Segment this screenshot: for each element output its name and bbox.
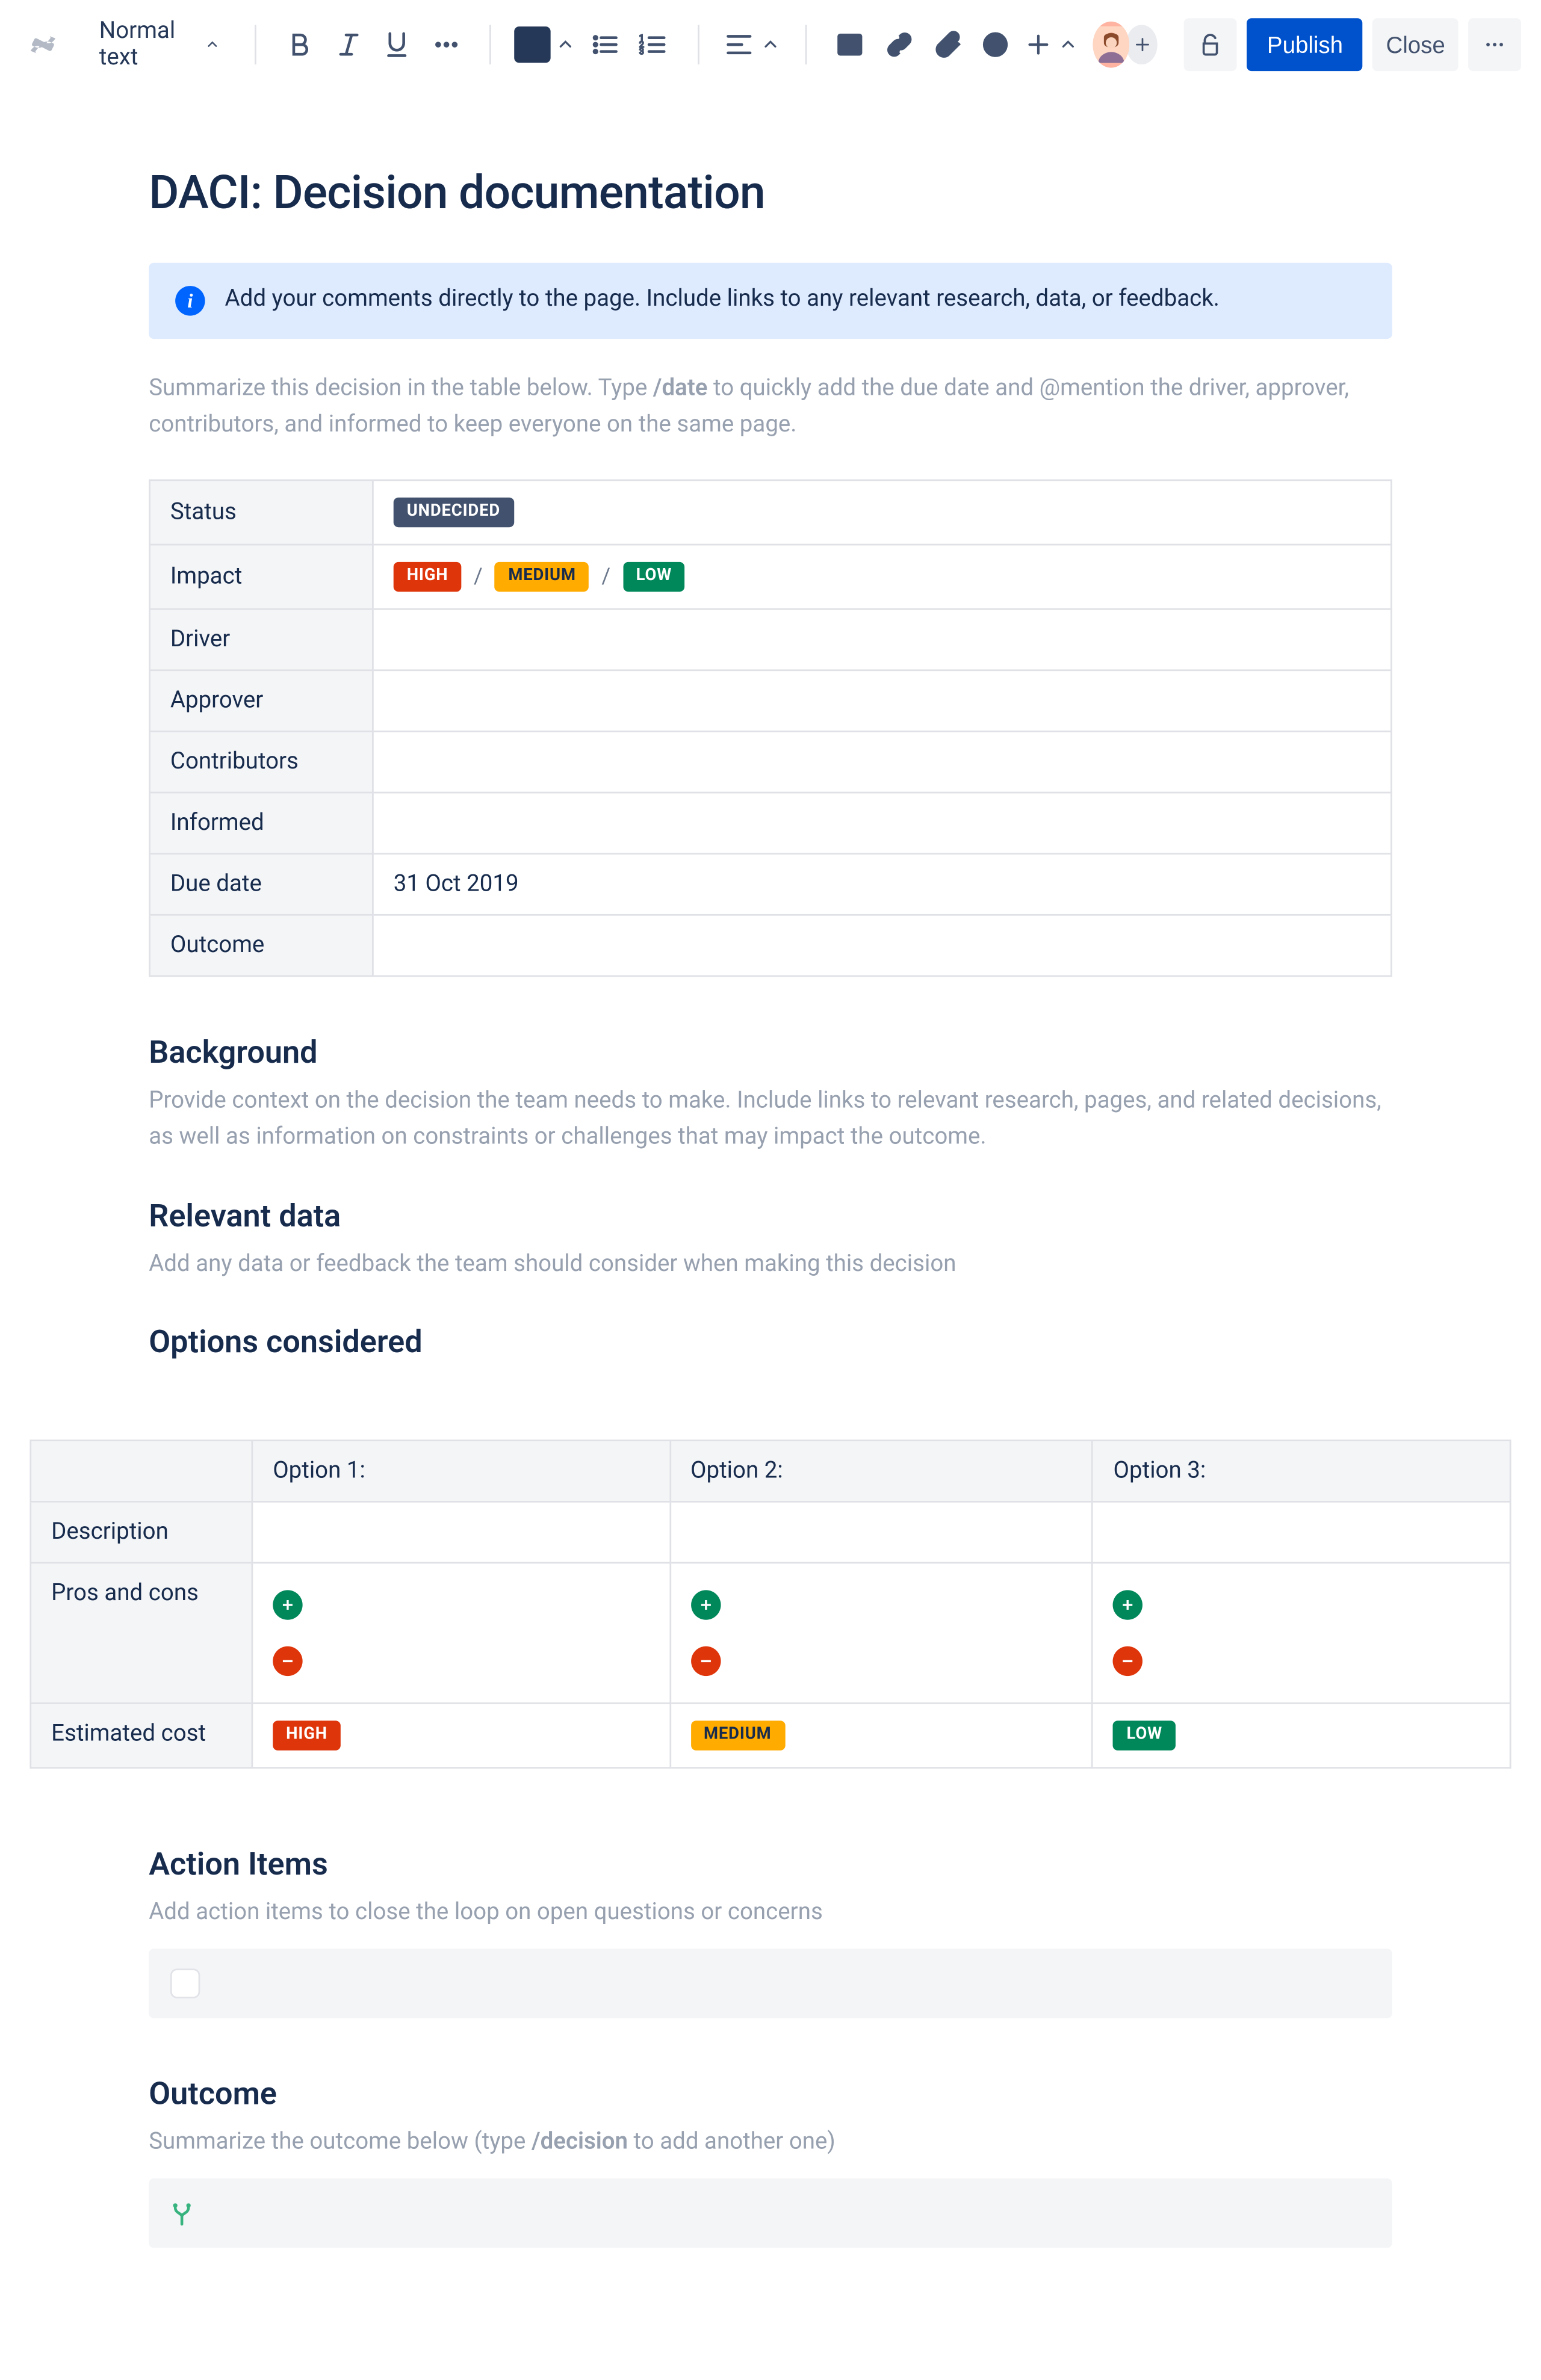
options-table[interactable]: Option 1: Option 2: Option 3: Descriptio… (29, 1441, 1511, 1770)
user-avatar[interactable] (1093, 22, 1130, 68)
table-row: Due date31 Oct 2019 (150, 855, 1392, 916)
due-date-cell[interactable]: 31 Oct 2019 (373, 855, 1391, 916)
minus-icon (690, 1647, 720, 1677)
impact-lozenge-medium: MEDIUM (495, 563, 589, 592)
informed-cell[interactable] (373, 793, 1391, 855)
table-row: Approver (150, 671, 1392, 732)
toolbar-separator (805, 25, 806, 64)
table-row: Description (31, 1503, 1510, 1564)
option-1-header[interactable]: Option 1: (252, 1441, 670, 1503)
italic-button[interactable] (327, 18, 370, 71)
svg-text:3: 3 (639, 47, 644, 57)
table-row: Impact HIGH / MEDIUM / LOW (150, 545, 1392, 610)
impact-lozenge-low: LOW (623, 563, 685, 592)
toolbar-separator (490, 25, 491, 64)
summary-status-label: Status (150, 481, 373, 545)
bullet-list-button[interactable] (584, 18, 626, 71)
table-row: Status UNDECIDED (150, 481, 1392, 545)
page-content: DACI: Decision documentation i Add your … (149, 165, 1392, 1441)
plus-icon (1114, 1591, 1143, 1621)
relevant-data-desc[interactable]: Add any data or feedback the team should… (149, 1247, 1392, 1284)
text-style-label: Normal text (99, 18, 193, 71)
impact-lozenge-high: HIGH (394, 563, 462, 592)
editor-toolbar: Normal text 123 (0, 0, 1541, 89)
emoji-button[interactable] (975, 18, 1017, 71)
background-heading[interactable]: Background (149, 1034, 1392, 1072)
more-icon (1481, 31, 1508, 58)
color-swatch-icon (514, 26, 550, 63)
numbered-list-button[interactable]: 123 (632, 18, 674, 71)
text-color-button[interactable] (514, 26, 577, 63)
alignment-button[interactable] (722, 28, 781, 61)
outcome-heading[interactable]: Outcome (149, 2074, 1392, 2112)
confluence-logo-icon (26, 28, 60, 61)
chevron-up-icon (203, 33, 222, 56)
minus-icon (1114, 1647, 1143, 1677)
bold-button[interactable] (279, 18, 321, 71)
chevron-up-icon (554, 33, 577, 56)
more-actions-button[interactable] (1468, 18, 1521, 71)
outcome-cell[interactable] (373, 915, 1391, 977)
summary-table[interactable]: Status UNDECIDED Impact HIGH / MEDIUM / … (149, 480, 1392, 978)
page-title[interactable]: DACI: Decision documentation (149, 165, 1392, 220)
table-row: Contributors (150, 732, 1392, 793)
restrictions-button[interactable] (1185, 18, 1238, 71)
action-items-desc[interactable]: Add action items to close the loop on op… (149, 1897, 1392, 1933)
minus-icon (273, 1647, 302, 1677)
info-panel-text: Add your comments directly to the page. … (225, 286, 1220, 312)
unlocked-icon (1198, 31, 1224, 58)
relevant-data-heading[interactable]: Relevant data (149, 1196, 1392, 1234)
more-formatting-button[interactable] (424, 18, 467, 71)
underline-button[interactable] (376, 18, 418, 71)
table-row: Estimated cost HIGH MEDIUM LOW (31, 1704, 1510, 1769)
table-row: Outcome (150, 915, 1392, 977)
option-3-header[interactable]: Option 3: (1093, 1441, 1510, 1503)
table-row: Pros and cons (31, 1563, 1510, 1704)
contributors-cell[interactable] (373, 732, 1391, 793)
options-heading[interactable]: Options considered (149, 1323, 1392, 1361)
option-2-header[interactable]: Option 2: (670, 1441, 1093, 1503)
table-button[interactable] (829, 18, 871, 71)
cost-lozenge-low: LOW (1114, 1722, 1176, 1751)
outcome-desc[interactable]: Summarize the outcome below (type /decis… (149, 2126, 1392, 2162)
table-row: Driver (150, 610, 1392, 671)
link-button[interactable] (878, 18, 920, 71)
intro-placeholder[interactable]: Summarize this decision in the table bel… (149, 372, 1392, 444)
decision-item[interactable] (149, 2178, 1392, 2248)
publish-button[interactable]: Publish (1247, 18, 1363, 71)
approver-cell[interactable] (373, 671, 1391, 732)
cost-lozenge-medium: MEDIUM (690, 1722, 784, 1751)
text-style-selector[interactable]: Normal text (89, 11, 231, 78)
status-lozenge-undecided: UNDECIDED (394, 498, 513, 528)
task-checkbox[interactable] (172, 1970, 199, 1997)
table-row: Informed (150, 793, 1392, 855)
attachment-button[interactable] (926, 18, 969, 71)
driver-cell[interactable] (373, 610, 1391, 671)
cost-lozenge-high: HIGH (273, 1722, 341, 1751)
info-panel[interactable]: i Add your comments directly to the page… (149, 263, 1392, 339)
summary-impact-label: Impact (150, 545, 373, 610)
action-items-heading[interactable]: Action Items (149, 1846, 1392, 1884)
chevron-up-icon (758, 33, 781, 56)
toolbar-separator (698, 25, 699, 64)
add-collaborator-button[interactable] (1126, 25, 1158, 64)
plus-icon (273, 1591, 302, 1621)
background-desc[interactable]: Provide context on the decision the team… (149, 1085, 1392, 1157)
decision-fork-icon (169, 2199, 195, 2226)
toolbar-separator (255, 25, 256, 64)
task-item[interactable] (149, 1949, 1392, 2018)
chevron-up-icon (1056, 33, 1079, 56)
info-icon: i (175, 286, 205, 315)
plus-icon (690, 1591, 720, 1621)
close-button[interactable]: Close (1372, 18, 1458, 71)
insert-more-button[interactable] (1023, 29, 1079, 59)
